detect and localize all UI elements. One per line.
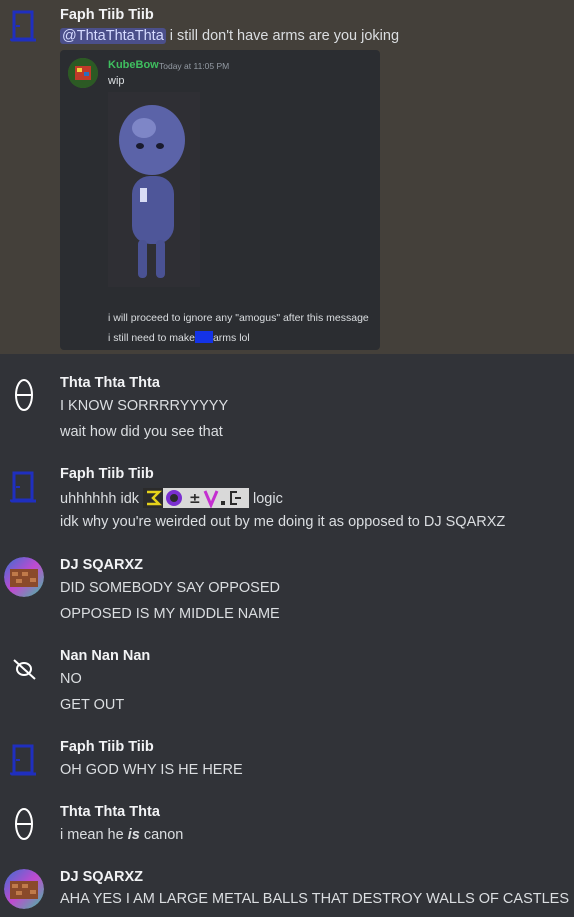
message-body: i still don't have arms are you joking xyxy=(165,28,400,44)
message-author[interactable]: Thta Thta Thta xyxy=(60,375,160,391)
castle-avatar-icon xyxy=(4,869,44,909)
door-avatar-icon xyxy=(10,744,36,776)
message-embed: KubeBow Today at 11:05 PM wip i will pro… xyxy=(60,50,380,350)
svg-text:±: ± xyxy=(189,491,201,507)
emphasis-text: is xyxy=(127,827,140,843)
message-text: I KNOW SORRRRYYYYY xyxy=(60,398,229,414)
theta-avatar-icon xyxy=(15,379,33,411)
message-text: OPPOSED IS MY MIDDLE NAME xyxy=(60,606,280,622)
avatar-thta[interactable] xyxy=(4,375,44,415)
message-text: @ThtaThtaThta i still don't have arms ar… xyxy=(60,28,399,44)
castle-avatar-icon xyxy=(4,557,44,597)
avatar-dj[interactable] xyxy=(4,557,44,597)
avatar-dj[interactable] xyxy=(4,869,44,909)
message-author[interactable]: Nan Nan Nan xyxy=(60,648,150,664)
custom-emoji-icons: ± xyxy=(143,488,250,509)
message-body: canon xyxy=(139,827,184,843)
door-avatar-icon xyxy=(10,471,36,503)
avatar-faph[interactable] xyxy=(4,467,44,507)
message-text: DID SOMEBODY SAY OPPOSED xyxy=(60,580,280,596)
embed-author[interactable]: KubeBow xyxy=(108,59,159,71)
message-text: OH GOD WHY IS HE HERE xyxy=(60,762,243,778)
embed-caption-pre: i still need to make xyxy=(108,332,195,344)
message-author[interactable]: Thta Thta Thta xyxy=(60,804,160,820)
embed-caption-line: i will proceed to ignore any "amogus" af… xyxy=(108,312,369,324)
message-text: NO xyxy=(60,671,82,687)
cube-avatar-icon xyxy=(68,58,98,88)
slashed-circle-avatar-icon xyxy=(13,659,36,680)
avatar-thta[interactable] xyxy=(4,804,44,844)
embed-avatar[interactable] xyxy=(68,58,98,88)
message-author[interactable]: Faph Tiib Tiib xyxy=(60,739,154,755)
embed-caption-post: arms lol xyxy=(212,332,250,344)
user-mention[interactable]: @ThtaThtaThta xyxy=(60,28,166,44)
custom-emoji-row[interactable]: ± xyxy=(143,488,250,512)
embed-timestamp: Today at 11:05 PM xyxy=(159,61,230,71)
blue-censor-box xyxy=(194,331,213,343)
message-text: GET OUT xyxy=(60,697,125,713)
message-author[interactable]: Faph Tiib Tiib xyxy=(60,7,154,23)
message-body: i mean he xyxy=(60,827,128,843)
message-author[interactable]: DJ SQARXZ xyxy=(60,869,143,885)
message-text: i mean he is canon xyxy=(60,827,183,843)
figure-render-image xyxy=(108,92,200,287)
message-text: wait how did you see that xyxy=(60,424,223,440)
avatar-faph[interactable] xyxy=(4,6,44,46)
message-text: AHA YES I AM LARGE METAL BALLS THAT DEST… xyxy=(60,891,570,907)
avatar-nan[interactable] xyxy=(4,648,44,688)
theta-avatar-icon xyxy=(15,808,33,840)
message-body: logic xyxy=(253,491,283,507)
message-author[interactable]: Faph Tiib Tiib xyxy=(60,466,154,482)
embed-caption-line: i still need to make arms lol xyxy=(108,331,250,344)
message-author[interactable]: DJ SQARXZ xyxy=(60,557,143,573)
message-text: uhhhhhh idk ± logic xyxy=(60,488,283,512)
embed-text: wip xyxy=(108,75,125,87)
message-body: uhhhhhh idk xyxy=(60,491,140,507)
message-text: idk why you're weirded out by me doing i… xyxy=(60,514,506,530)
embed-image[interactable] xyxy=(108,92,200,287)
avatar-faph[interactable] xyxy=(4,740,44,780)
door-avatar-icon xyxy=(10,10,36,42)
